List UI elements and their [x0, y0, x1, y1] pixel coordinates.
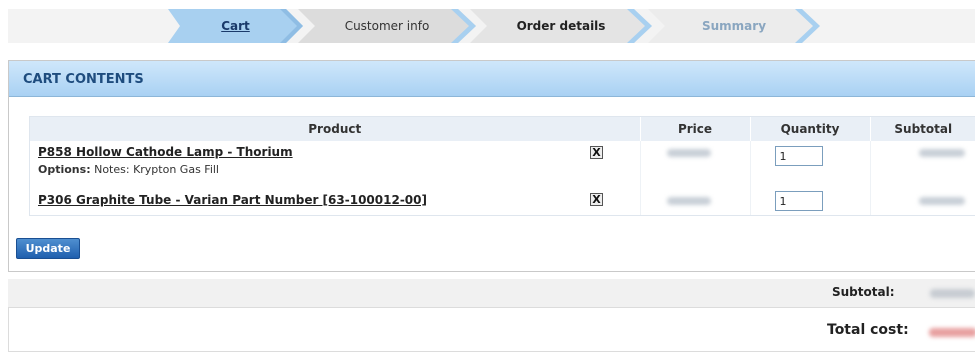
- step-order-details-label[interactable]: Order details: [517, 19, 606, 33]
- step-customer-info[interactable]: Customer info: [298, 9, 476, 43]
- subtotal-cell: [869, 141, 975, 189]
- price-value-redacted: [666, 149, 711, 157]
- options-label: Options:: [38, 163, 91, 176]
- quantity-cell: [749, 189, 870, 215]
- step-order-details[interactable]: Order details: [470, 9, 652, 43]
- header-subtotal: Subtotal: [869, 117, 975, 141]
- product-link[interactable]: P306 Graphite Tube - Varian Part Number …: [38, 193, 427, 207]
- table-row: P306 Graphite Tube - Varian Part Number …: [30, 189, 975, 215]
- panel-title: CART CONTENTS: [23, 72, 144, 87]
- subtotal-amount-redacted: [930, 289, 975, 298]
- quantity-input[interactable]: [774, 191, 823, 211]
- product-link[interactable]: P858 Hollow Cathode Lamp - Thorium: [38, 145, 293, 159]
- remove-item-icon[interactable]: X: [590, 146, 603, 159]
- product-cell: P306 Graphite Tube - Varian Part Number …: [30, 189, 640, 215]
- cart-table: Product Price Quantity Subtotal P858 Hol…: [30, 117, 975, 215]
- product-options: Options: Notes: Krypton Gas Fill: [38, 163, 632, 176]
- total-cost-label: Total cost:: [827, 322, 909, 338]
- quantity-input[interactable]: [774, 146, 823, 166]
- step-customer-info-label[interactable]: Customer info: [345, 19, 430, 33]
- quantity-cell: [749, 141, 870, 189]
- cart-contents-panel: CART CONTENTS Product Price Quantity Sub…: [8, 60, 975, 272]
- panel-header: CART CONTENTS: [9, 61, 975, 97]
- checkout-steps: Cart Customer info Order details Summary: [0, 0, 975, 50]
- step-summary-label: Summary: [701, 19, 767, 33]
- table-row: P858 Hollow Cathode Lamp - Thorium Optio…: [30, 141, 975, 189]
- price-value-redacted: [666, 197, 711, 205]
- step-cart-label[interactable]: Cart: [221, 19, 250, 33]
- step-summary: Summary: [648, 9, 820, 43]
- product-cell: P858 Hollow Cathode Lamp - Thorium Optio…: [30, 141, 640, 189]
- step-cart[interactable]: Cart: [168, 9, 303, 43]
- total-cost-amount-redacted: [929, 328, 975, 337]
- price-cell: [639, 189, 750, 215]
- options-value: Notes: Krypton Gas Fill: [94, 163, 219, 176]
- total-cost-row: Total cost:: [8, 307, 975, 352]
- subtotal-cell: [869, 189, 975, 215]
- subtotal-value-redacted: [918, 149, 965, 157]
- subtotal-row: Subtotal:: [8, 279, 975, 307]
- remove-item-icon[interactable]: X: [590, 193, 603, 206]
- price-cell: [639, 141, 750, 189]
- subtotal-value-redacted: [918, 197, 965, 205]
- header-product: Product: [30, 117, 640, 141]
- cart-table-container: Product Price Quantity Subtotal P858 Hol…: [29, 116, 975, 216]
- update-button[interactable]: Update: [16, 238, 80, 259]
- subtotal-label: Subtotal:: [832, 285, 895, 299]
- header-quantity: Quantity: [749, 117, 870, 141]
- header-price: Price: [639, 117, 750, 141]
